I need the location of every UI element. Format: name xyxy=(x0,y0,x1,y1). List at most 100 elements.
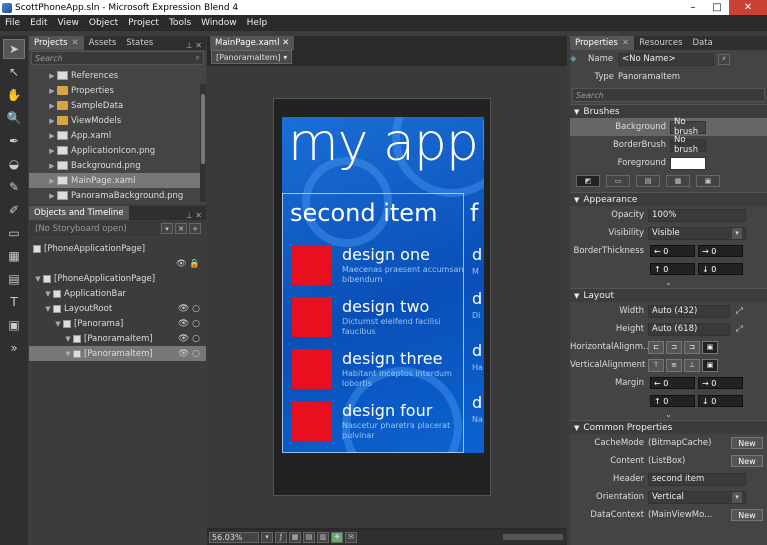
lock-icon[interactable]: 🔒 xyxy=(189,259,200,269)
selection-adorner[interactable] xyxy=(282,193,464,453)
expand-arrow-icon[interactable]: ▶ xyxy=(47,147,57,155)
zoom-level[interactable]: 56.03% xyxy=(209,531,259,543)
project-item[interactable]: ▶ ViewModels xyxy=(29,113,206,128)
tab-assets[interactable]: Assets xyxy=(84,36,122,50)
common-properties-section-header[interactable]: ▼ Common Properties xyxy=(570,420,767,434)
opacity-field[interactable]: 100% xyxy=(648,208,746,222)
tab-states[interactable]: States xyxy=(121,36,158,50)
no-brush-icon[interactable]: ◩ xyxy=(576,175,600,187)
new-button[interactable]: New xyxy=(731,509,763,521)
close-button[interactable]: ✕ xyxy=(729,0,767,15)
grid-icon[interactable]: ▦ xyxy=(289,531,301,543)
maximize-button[interactable]: □ xyxy=(705,0,729,15)
property-field[interactable]: second item xyxy=(648,472,746,486)
project-item[interactable]: ▶ References xyxy=(29,68,206,83)
project-item[interactable]: ▶ Background.png xyxy=(29,158,206,173)
eye-icon[interactable]: 👁 ○ xyxy=(178,349,200,359)
menu-tools[interactable]: Tools xyxy=(164,18,196,28)
expand-arrow-icon[interactable]: ▶ xyxy=(47,192,57,200)
snap-icon[interactable]: ✚ xyxy=(331,531,343,543)
expand-arrow-icon[interactable]: ▼ xyxy=(33,275,43,283)
scope-root[interactable]: [PhoneApplicationPage] xyxy=(29,241,206,256)
pencil-tool-icon[interactable]: ✐ xyxy=(3,200,25,220)
expand-icon[interactable]: ⤢ xyxy=(736,306,743,316)
pin-icon[interactable]: ⊥ ✕ xyxy=(186,211,206,220)
align-right-icon[interactable]: ⊐ xyxy=(684,340,700,354)
margin-left-field[interactable]: ← 0 xyxy=(650,377,695,389)
properties-search-input[interactable]: Search xyxy=(572,88,765,102)
align-top-icon[interactable]: ⊤ xyxy=(648,358,664,372)
eye-icon[interactable]: 👁 xyxy=(176,259,187,269)
valign-stretch-icon[interactable]: ▣ xyxy=(702,358,718,372)
expand-arrow-icon[interactable]: ▶ xyxy=(47,132,57,140)
tab-projects[interactable]: Projects ✕ xyxy=(29,36,84,50)
snap-lines-icon[interactable]: ▥ xyxy=(317,531,329,543)
border-top-field[interactable]: ↑ 0 xyxy=(650,263,695,275)
grid-tool-icon[interactable]: ▦ xyxy=(3,246,25,266)
expand-icon[interactable]: ⤢ xyxy=(736,324,743,334)
layout-section-header[interactable]: ▼ Layout xyxy=(570,288,767,302)
fx-icon[interactable]: ƒ xyxy=(275,531,287,543)
close-icon[interactable]: ✕ xyxy=(622,38,629,48)
foreground-row[interactable]: Foreground xyxy=(570,154,767,172)
snap-grid-icon[interactable]: ▤ xyxy=(303,531,315,543)
object-tree-item[interactable]: ▼ [PhoneApplicationPage] xyxy=(29,271,206,286)
tab-resources[interactable]: Resources xyxy=(634,36,687,50)
add-storyboard-icon[interactable]: + xyxy=(189,223,201,234)
gradient-brush-icon[interactable]: ▤ xyxy=(636,175,660,187)
width-field[interactable]: Auto (432) xyxy=(648,304,730,318)
height-field[interactable]: Auto (618) xyxy=(648,322,730,336)
object-tree-item[interactable]: ▼ [PanoramaItem] 👁 ○ xyxy=(29,346,206,361)
border-left-field[interactable]: ← 0 xyxy=(650,245,695,257)
margin-right-field[interactable]: → 0 xyxy=(698,377,743,389)
layout-tool-icon[interactable]: ▤ xyxy=(3,269,25,289)
breadcrumb[interactable]: [PanoramaItem] ▾ xyxy=(211,50,293,64)
menu-window[interactable]: Window xyxy=(196,18,242,28)
tab-data[interactable]: Data xyxy=(688,36,718,50)
text-tool-icon[interactable]: T xyxy=(3,292,25,312)
object-tree-item[interactable]: ▼ [Panorama] 👁 ○ xyxy=(29,316,206,331)
dropdown-icon[interactable]: ▾ xyxy=(161,223,173,234)
control-tool-icon[interactable]: ▣ xyxy=(3,315,25,335)
direct-selection-tool-icon[interactable]: ↖ xyxy=(3,62,25,82)
expand-more-icon[interactable]: ⌄ xyxy=(570,410,767,420)
border-right-field[interactable]: → 0 xyxy=(698,245,743,257)
border-bottom-field[interactable]: ↓ 0 xyxy=(698,263,743,275)
project-item[interactable]: ▶ MainPage.xaml xyxy=(29,173,206,188)
object-tree-item[interactable]: ▼ LayoutRoot 👁 ○ xyxy=(29,301,206,316)
close-icon[interactable]: ✕ xyxy=(72,38,79,48)
appearance-section-header[interactable]: ▼ Appearance xyxy=(570,192,767,206)
borderbrush-row[interactable]: BorderBrush No brush xyxy=(570,135,767,155)
project-item[interactable]: ▶ SampleData xyxy=(29,98,206,113)
minimize-button[interactable]: – xyxy=(681,0,705,15)
pen-tool-icon[interactable]: ✎ xyxy=(3,177,25,197)
menu-object[interactable]: Object xyxy=(84,18,123,28)
expand-arrow-icon[interactable]: ▶ xyxy=(47,177,57,185)
property-field[interactable]: Vertical ▾ xyxy=(648,490,746,504)
menu-help[interactable]: Help xyxy=(242,18,273,28)
events-icon[interactable]: ⚡ xyxy=(718,53,730,65)
brushes-section-header[interactable]: ▼ Brushes xyxy=(570,104,767,118)
tab-properties[interactable]: Properties ✕ xyxy=(570,36,635,50)
project-item[interactable]: ▶ App.xaml xyxy=(29,128,206,143)
expand-more-icon[interactable]: ⌄ xyxy=(570,278,767,288)
tile-brush-icon[interactable]: ▦ xyxy=(666,175,690,187)
eye-icon[interactable]: 👁 ○ xyxy=(178,334,200,344)
new-button[interactable]: New xyxy=(731,437,763,449)
expand-arrow-icon[interactable]: ▶ xyxy=(47,162,57,170)
close-storyboard-icon[interactable]: ✕ xyxy=(175,223,187,234)
menu-project[interactable]: Project xyxy=(123,18,164,28)
expand-arrow-icon[interactable]: ▼ xyxy=(43,305,53,313)
project-item[interactable]: ▶ PanoramaBackground.png xyxy=(29,188,206,203)
expand-arrow-icon[interactable]: ▼ xyxy=(63,350,73,358)
horizontal-scrollbar[interactable] xyxy=(503,534,563,540)
selection-tool-icon[interactable]: ➤ xyxy=(3,39,25,59)
margin-bottom-field[interactable]: ↓ 0 xyxy=(698,395,743,407)
eye-icon[interactable]: 👁 ○ xyxy=(178,304,200,314)
project-item[interactable]: ▶ Properties xyxy=(29,83,206,98)
menu-edit[interactable]: Edit xyxy=(25,18,52,28)
zoom-dropdown-icon[interactable]: ▾ xyxy=(261,531,273,543)
expand-arrow-icon[interactable]: ▼ xyxy=(43,290,53,298)
zoom-tool-icon[interactable]: 🔍 xyxy=(3,108,25,128)
expand-arrow-icon[interactable]: ▶ xyxy=(47,87,57,95)
